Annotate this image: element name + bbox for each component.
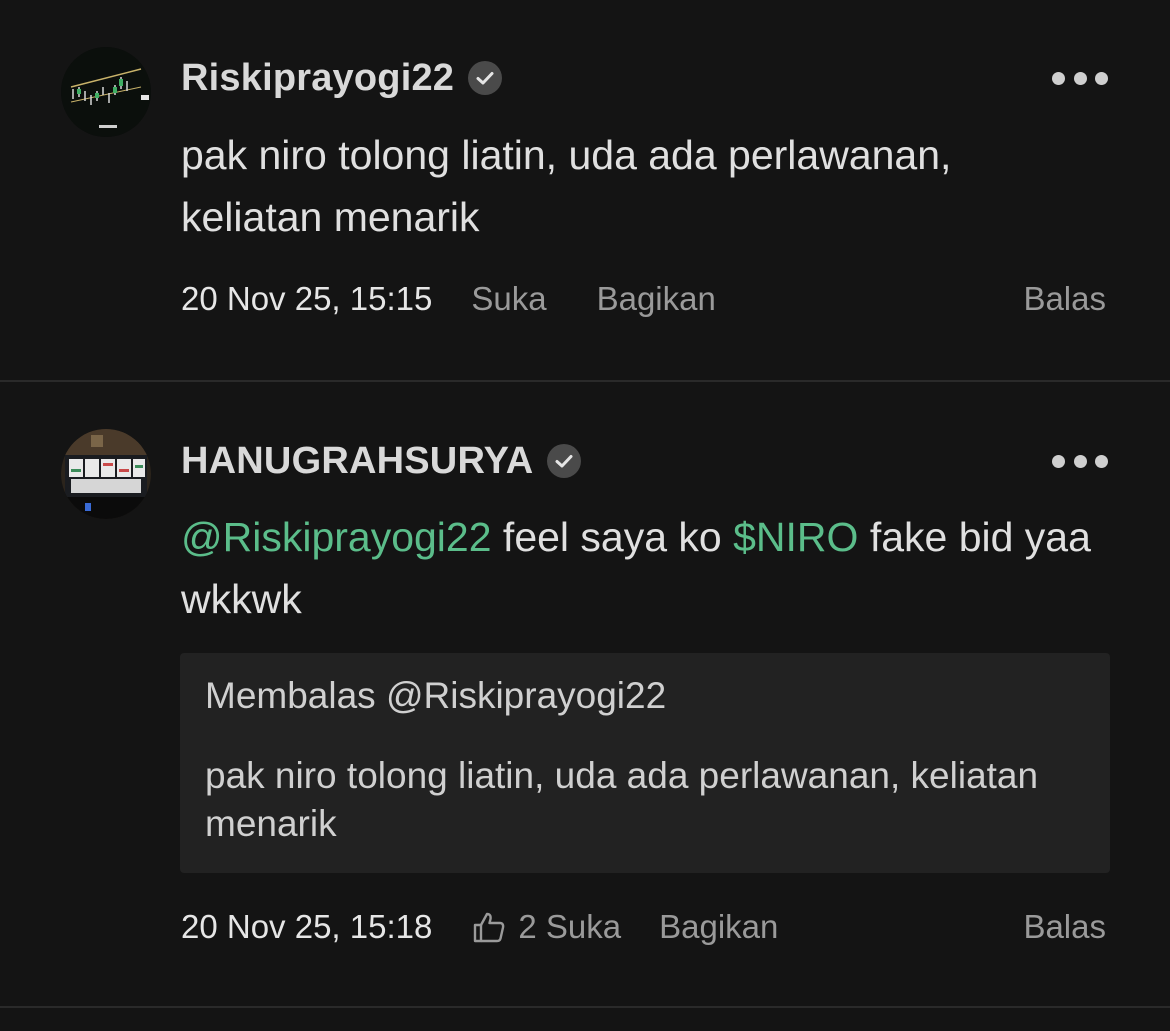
avatar[interactable] [61,47,151,137]
comment-text-segment: feel saya ko [491,514,734,560]
quoted-reply[interactable]: Membalas @Riskiprayogi22 pak niro tolong… [180,653,1110,873]
divider [0,1006,1170,1008]
like-button[interactable]: 2 Suka [472,908,621,946]
comment-text: pak niro tolong liatin, uda ada perlawan… [181,132,952,240]
dot [1052,454,1065,468]
comment-footer: 20 Nov 25, 15:15 Suka Bagikan Balas [181,275,1106,323]
like-button[interactable]: Suka [471,280,546,318]
comment-footer: 20 Nov 25, 15:18 2 Suka Bagikan Balas [181,903,1106,951]
timestamp: 20 Nov 25, 15:15 [181,280,433,317]
mention-link[interactable]: @Riskiprayogi22 [181,514,492,560]
reply-button[interactable]: Balas [1023,280,1106,318]
comment-header: HANUGRAHSURYA [181,437,582,485]
dot [1073,71,1087,85]
verified-badge-icon [547,444,582,478]
ticker-link[interactable]: $NIRO [733,514,858,560]
more-options-icon[interactable] [1052,68,1108,88]
share-button[interactable]: Bagikan [597,280,716,318]
comment-header: Riskiprayogi22 [181,54,503,102]
dot [1052,71,1065,85]
timestamp: 20 Nov 25, 15:18 [181,908,433,945]
comment-item: Riskiprayogi22 pak niro tolong liatin, u… [0,0,1170,380]
thumbs-up-icon [474,912,505,943]
dot [1095,454,1108,468]
dot [1073,454,1087,468]
avatar[interactable] [61,429,151,519]
share-button[interactable]: Bagikan [659,908,778,946]
quote-header: Membalas @Riskiprayogi22 [205,675,667,716]
comment-text: @Riskiprayogi22 feel saya ko $NIRO fake … [181,506,1101,630]
dot [1095,71,1108,85]
username[interactable]: HANUGRAHSURYA [181,440,533,483]
like-count: 2 Suka [518,908,622,945]
more-options-icon[interactable] [1052,451,1108,471]
username[interactable]: Riskiprayogi22 [181,57,454,100]
quote-text: pak niro tolong liatin, uda ada perlawan… [205,755,1039,844]
trading-desk-avatar-image [61,429,151,519]
chart-avatar-image [61,47,151,137]
comment-item: HANUGRAHSURYA @Riskiprayogi22 feel saya … [0,382,1170,1006]
reply-button[interactable]: Balas [1023,908,1106,946]
verified-badge-icon [468,61,503,95]
